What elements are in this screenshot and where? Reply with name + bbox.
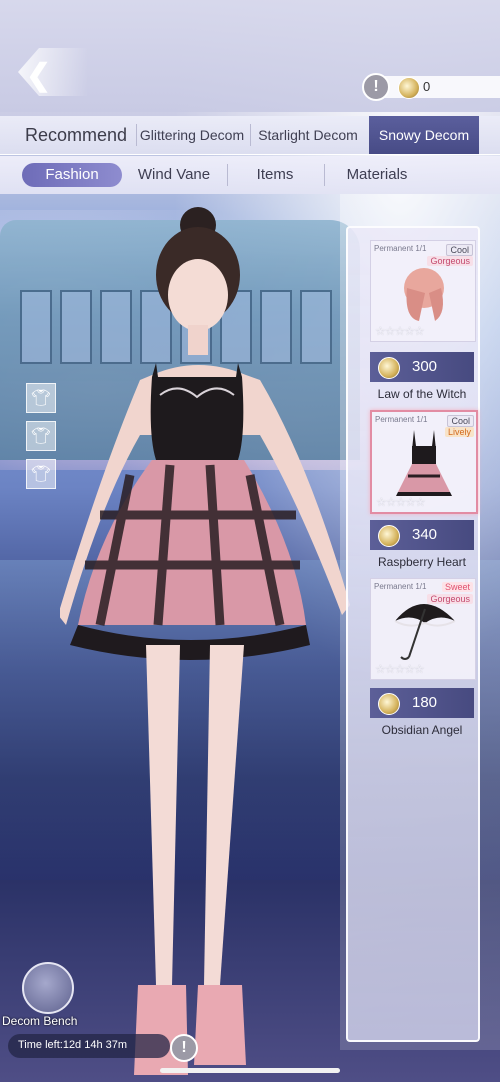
- time-info-icon[interactable]: !: [170, 1034, 198, 1062]
- currency-bar: [374, 76, 500, 98]
- time-left-text: Time left:12d 14h 37m: [18, 1039, 128, 1051]
- decom-bench-label: Decom Bench: [2, 1014, 78, 1028]
- item-name: Obsidian Angel: [381, 723, 463, 737]
- currency-display: ! 0: [362, 73, 500, 101]
- tab-divider: [324, 164, 325, 186]
- item-price: 180: [412, 694, 438, 711]
- tab-materials[interactable]: Materials: [326, 163, 428, 187]
- item-card-obsidian-angel[interactable]: Permanent 1/1 Sweet Gorgeous ☆☆☆☆☆: [370, 578, 476, 680]
- currency-info-icon[interactable]: !: [362, 73, 390, 101]
- outfit-slots: 👕︎ 👕︎ 👕︎: [26, 383, 56, 497]
- tab-glittering-decom[interactable]: Glittering Decom: [137, 116, 247, 154]
- character-model: [60, 207, 350, 1075]
- time-left-bar: Time left:12d 14h 37m: [8, 1034, 170, 1058]
- item-price: 300: [412, 358, 438, 375]
- tab-wind-vane[interactable]: Wind Vane: [124, 163, 224, 187]
- buy-button-raspberry-heart[interactable]: 340: [370, 520, 474, 550]
- coin-icon: [378, 357, 400, 379]
- category-tabs: Recommend Glittering Decom Starlight Dec…: [0, 116, 500, 155]
- sub-tabs: Fashion Wind Vane Items Materials: [0, 156, 500, 194]
- tab-starlight-decom[interactable]: Starlight Decom: [251, 116, 365, 154]
- item-card-raspberry-heart[interactable]: Permanent 1/1 Cool Lively ☆☆☆☆☆: [370, 410, 478, 514]
- buy-button-law-of-the-witch[interactable]: 300: [370, 352, 474, 382]
- style-tag-cool: Cool: [446, 244, 473, 256]
- hair-item-icon: [404, 268, 444, 321]
- currency-value: 0: [423, 79, 431, 94]
- item-list-panel: Permanent 1/1 Cool Gorgeous ☆☆☆☆☆ 300 La…: [346, 226, 480, 1042]
- back-button[interactable]: ❮: [18, 48, 88, 96]
- umbrella-item-icon: [394, 604, 456, 660]
- buy-button-obsidian-angel[interactable]: 180: [370, 688, 474, 718]
- top-slot-icon[interactable]: 👕︎: [26, 383, 56, 413]
- coin-icon: [378, 525, 400, 547]
- rarity-stars: ☆☆☆☆☆: [375, 662, 425, 676]
- style-tag-sweet: Sweet: [441, 582, 473, 592]
- item-permanence: Permanent 1/1: [375, 415, 428, 424]
- shirt-slot-icon[interactable]: 👕︎: [26, 421, 56, 451]
- back-arrow-icon: ❮: [26, 59, 52, 92]
- item-card-law-of-the-witch[interactable]: Permanent 1/1 Cool Gorgeous ☆☆☆☆☆: [370, 240, 476, 342]
- tab-items[interactable]: Items: [228, 163, 322, 187]
- tab-snowy-decom[interactable]: Snowy Decom: [369, 116, 479, 154]
- coin-icon: [378, 693, 400, 715]
- item-name: Law of the Witch: [377, 387, 467, 401]
- item-permanence: Permanent 1/1: [374, 582, 427, 591]
- top-bar: ❮ ! 0: [0, 0, 500, 112]
- tab-recommend[interactable]: Recommend: [18, 116, 134, 154]
- decom-bench-button[interactable]: [22, 962, 74, 1014]
- tab-fashion[interactable]: Fashion: [22, 163, 122, 187]
- item-name: Raspberry Heart: [377, 555, 467, 569]
- home-indicator: [160, 1068, 340, 1073]
- rarity-stars: ☆☆☆☆☆: [375, 324, 425, 338]
- coin-icon: [398, 77, 420, 99]
- dress-item-icon: [396, 430, 452, 496]
- rarity-stars: ☆☆☆☆☆: [376, 495, 426, 509]
- item-permanence: Permanent 1/1: [374, 244, 427, 253]
- dress-slot-icon[interactable]: 👕︎: [26, 459, 56, 489]
- item-price: 340: [412, 526, 438, 543]
